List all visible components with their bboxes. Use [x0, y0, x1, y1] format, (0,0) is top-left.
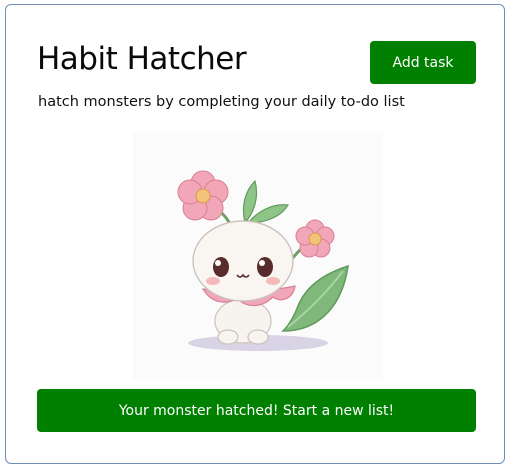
start-new-list-button[interactable]: Your monster hatched! Start a new list! [37, 389, 476, 432]
app-title: Habit Hatcher [37, 41, 247, 77]
sprout-monster-illustration [177, 170, 349, 351]
habit-card: Habit Hatcher Add task hatch monsters by… [5, 4, 505, 464]
app-subtitle: hatch monsters by completing your daily … [38, 94, 405, 110]
monster-image [133, 131, 383, 381]
add-task-button[interactable]: Add task [370, 41, 476, 84]
